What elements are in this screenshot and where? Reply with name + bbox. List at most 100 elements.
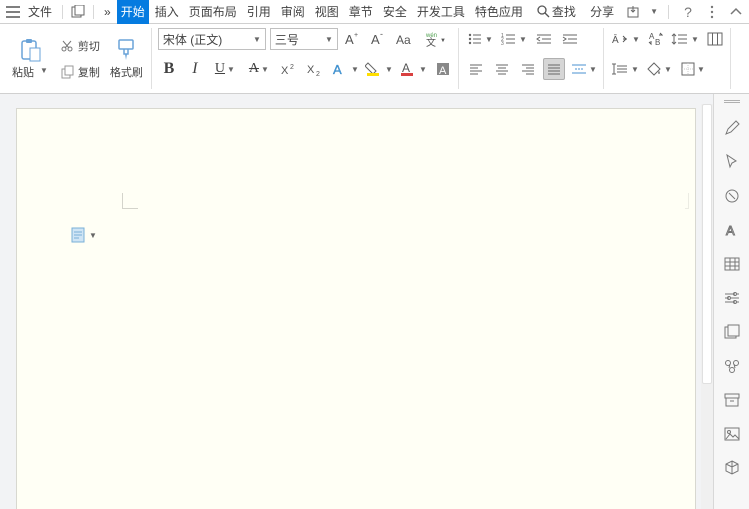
margin-guide xyxy=(685,193,689,209)
chevron-down-icon: ▼ xyxy=(485,35,493,44)
cube-icon[interactable] xyxy=(722,458,742,478)
align-center-button[interactable] xyxy=(491,58,513,80)
scroll-track xyxy=(701,104,713,509)
image-icon[interactable] xyxy=(722,424,742,444)
align-left-button[interactable] xyxy=(465,58,487,80)
paste-button[interactable]: 粘贴▼ xyxy=(8,28,52,89)
archive-icon[interactable] xyxy=(722,390,742,410)
borders-button[interactable]: ▼ xyxy=(678,58,708,80)
italic-button[interactable]: I xyxy=(184,58,206,80)
margin-guide xyxy=(122,193,138,209)
collab-icon[interactable] xyxy=(722,356,742,376)
sidebar-handle-icon[interactable] xyxy=(724,100,740,104)
tab-references[interactable]: 引用 xyxy=(243,0,275,24)
scroll-thumb[interactable] xyxy=(702,104,712,384)
menu-left: 文件 » 开始 插入 页面布局 引用 审阅 视图 章节 安全 开发工具 特色应用… xyxy=(4,0,576,24)
collapse-ribbon-icon[interactable] xyxy=(727,3,745,21)
table-icon[interactable] xyxy=(722,254,742,274)
columns-button[interactable] xyxy=(704,28,726,50)
hand-icon[interactable] xyxy=(722,186,742,206)
help-icon[interactable]: ? xyxy=(679,3,697,21)
chevron-down-icon[interactable]: ▼ xyxy=(650,7,658,16)
svg-text:Ā: Ā xyxy=(612,34,619,46)
kebab-icon[interactable] xyxy=(703,3,721,21)
chevron-down-icon[interactable]: ▼ xyxy=(40,66,48,75)
separator xyxy=(93,5,94,19)
font-size-select[interactable]: 三号 ▼ xyxy=(270,28,338,50)
align-justify-button[interactable] xyxy=(543,58,565,80)
highlight-button[interactable]: ▼ xyxy=(364,58,394,80)
document-page[interactable]: ▼ xyxy=(16,108,696,509)
bold-button[interactable]: B xyxy=(158,58,180,80)
text-direction-button[interactable]: AB xyxy=(644,28,666,50)
tab-review[interactable]: 审阅 xyxy=(277,0,309,24)
menu-bar: 文件 » 开始 插入 页面布局 引用 审阅 视图 章节 安全 开发工具 特色应用… xyxy=(0,0,749,24)
tab-special[interactable]: 特色应用 xyxy=(471,0,527,24)
export-icon[interactable] xyxy=(624,3,642,21)
share-button[interactable]: 分享 xyxy=(586,0,618,24)
format-painter-icon xyxy=(114,38,138,62)
distribute-button[interactable]: ▼ xyxy=(569,58,599,80)
superscript-button[interactable]: X2 xyxy=(278,58,300,80)
tab-view[interactable]: 视图 xyxy=(311,0,343,24)
strikethrough-button[interactable]: A▼ xyxy=(244,58,274,80)
fill-button[interactable]: ▼ xyxy=(644,58,674,80)
tab-insert[interactable]: 插入 xyxy=(151,0,183,24)
char-scale-button[interactable]: Ā▼ xyxy=(610,28,640,50)
tabs-icon[interactable] xyxy=(69,3,87,21)
paste-options-button[interactable]: ▼ xyxy=(71,227,97,243)
underline-button[interactable]: U▼ xyxy=(210,58,240,80)
change-case-button[interactable]: Aa xyxy=(394,28,416,50)
svg-text:A: A xyxy=(371,32,380,47)
tab-home[interactable]: 开始 xyxy=(117,0,149,24)
svg-text:Aa: Aa xyxy=(396,33,411,47)
underline-icon: U xyxy=(215,61,225,77)
cut-button[interactable]: 剪切 xyxy=(58,36,102,56)
pencil-icon[interactable] xyxy=(722,118,742,138)
chevron-down-icon: ▼ xyxy=(325,35,333,44)
subscript-button[interactable]: X2 xyxy=(304,58,326,80)
decrease-indent-button[interactable] xyxy=(533,28,555,50)
bold-icon: B xyxy=(164,60,175,78)
chevron-down-icon: ▼ xyxy=(691,35,699,44)
copy-button[interactable]: 复制 xyxy=(58,62,102,82)
numbering-button[interactable]: 123▼ xyxy=(499,28,529,50)
align-right-button[interactable] xyxy=(517,58,539,80)
tab-sections[interactable]: 章节 xyxy=(345,0,377,24)
font-color-button[interactable]: A▼ xyxy=(398,58,428,80)
chevron-down-icon: ▼ xyxy=(89,231,97,240)
grow-font-button[interactable]: A+ xyxy=(342,28,364,50)
char-shading-button[interactable]: A xyxy=(432,58,454,80)
svg-text:A: A xyxy=(439,65,447,77)
tab-page-layout[interactable]: 页面布局 xyxy=(185,0,241,24)
search-button[interactable]: 查找 xyxy=(537,3,576,20)
menu-more[interactable]: » xyxy=(100,1,115,23)
menu-file[interactable]: 文件 xyxy=(24,0,56,24)
cut-label: 剪切 xyxy=(78,38,100,54)
layers-icon[interactable] xyxy=(722,322,742,342)
bullets-button[interactable]: ▼ xyxy=(465,28,495,50)
format-painter-button[interactable]: 格式刷 xyxy=(106,28,147,89)
tab-developer[interactable]: 开发工具 xyxy=(413,0,469,24)
line-spacing-button[interactable]: ▼ xyxy=(670,28,700,50)
tab-security[interactable]: 安全 xyxy=(379,0,411,24)
phonetic-guide-button[interactable]: wén文▼ xyxy=(420,28,450,50)
increase-indent-button[interactable] xyxy=(559,28,581,50)
line-guides-button[interactable]: ▼ xyxy=(610,58,640,80)
pointer-icon[interactable] xyxy=(722,152,742,172)
font-hint-icon[interactable]: A xyxy=(722,220,742,240)
vertical-scrollbar[interactable]: ⋯ xyxy=(701,104,713,509)
paste-icon xyxy=(18,38,42,62)
shrink-font-button[interactable]: A- xyxy=(368,28,390,50)
svg-text:+: + xyxy=(354,32,358,39)
search-icon xyxy=(537,5,550,18)
text-effects-button[interactable]: A▼ xyxy=(330,58,360,80)
chevron-down-icon: ▼ xyxy=(385,65,393,74)
font-size-value: 三号 xyxy=(275,31,299,48)
chevron-down-icon: ▼ xyxy=(351,65,359,74)
hamburger-icon[interactable] xyxy=(4,3,22,21)
copy-icon xyxy=(60,65,74,79)
settings-icon[interactable] xyxy=(722,288,742,308)
font-name-select[interactable]: 宋体 (正文) ▼ xyxy=(158,28,266,50)
copy-label: 复制 xyxy=(78,64,100,80)
